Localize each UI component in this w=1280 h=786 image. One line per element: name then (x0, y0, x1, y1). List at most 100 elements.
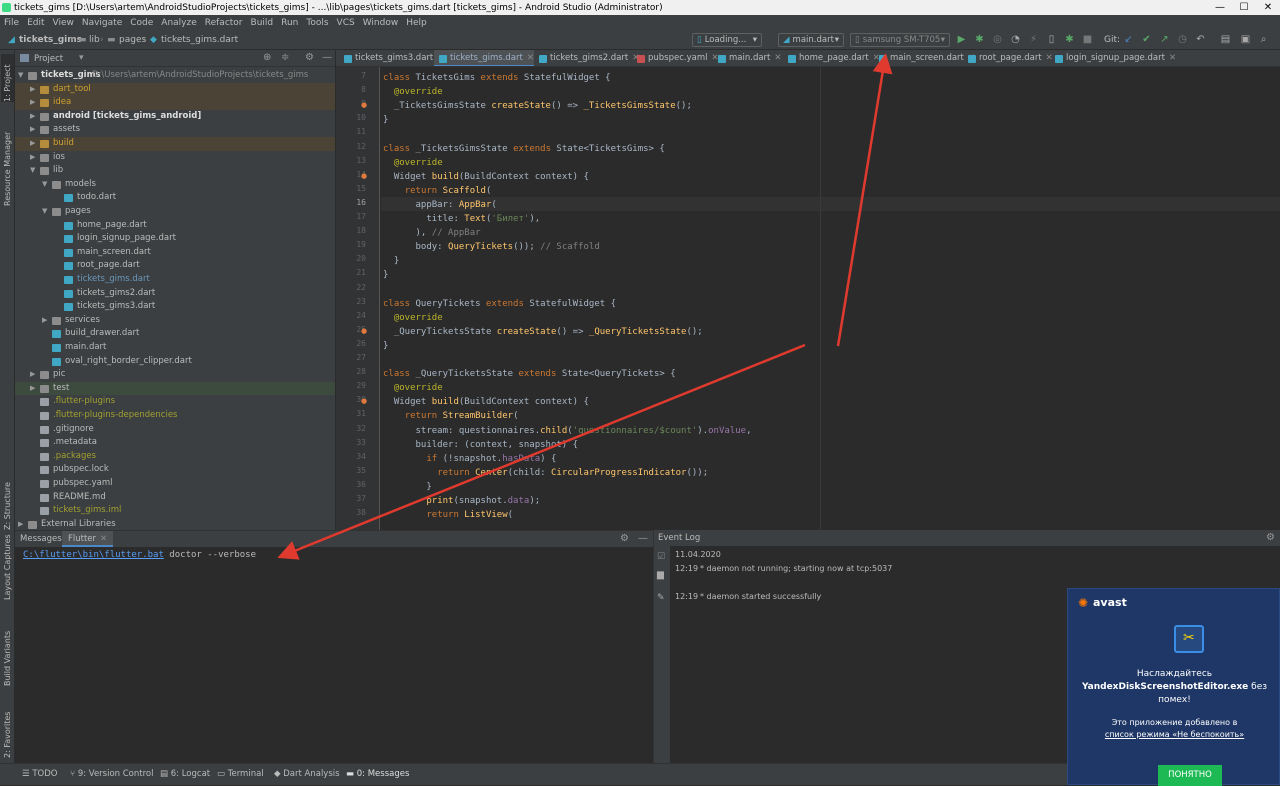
tree-item[interactable]: pubspec.yaml (15, 477, 335, 491)
gear-icon[interactable]: ⚙ (1266, 532, 1275, 543)
tree-item[interactable]: login_signup_page.dart (15, 232, 335, 246)
code-line[interactable]: class _QueryTicketsState extends State<Q… (383, 367, 676, 381)
tool-tab-layout-captures[interactable]: Layout Captures (1, 534, 14, 600)
git-update-icon[interactable]: ↙ (1123, 34, 1134, 45)
tree-item[interactable]: todo.dart (15, 191, 335, 205)
run-icon[interactable]: ▶ (956, 34, 967, 45)
collapse-arrow-icon[interactable]: ▶ (30, 110, 35, 124)
tree-item[interactable]: tickets_gims2.dart (15, 287, 335, 301)
version-control-tab[interactable]: ⑂ 9: Version Control (70, 769, 153, 779)
code-line[interactable]: } (383, 339, 388, 353)
collapse-arrow-icon[interactable]: ▶ (30, 368, 35, 382)
collapse-icon[interactable]: ≑ (281, 52, 289, 63)
close-icon[interactable]: ✕ (527, 53, 534, 63)
tree-item[interactable]: oval_right_border_clipper.dart (15, 355, 335, 369)
terminal-tab[interactable]: ▭ Terminal (217, 769, 264, 779)
expand-arrow-icon[interactable]: ▼ (42, 178, 47, 192)
tree-item[interactable]: build_drawer.dart (15, 327, 335, 341)
code-line[interactable]: @override (383, 85, 443, 99)
attach-icon[interactable]: ◎ (992, 34, 1003, 45)
hot-reload-icon[interactable]: ⚡ (1028, 34, 1039, 45)
hide-icon[interactable]: — (322, 52, 332, 63)
override-marker-icon[interactable]: ● (361, 172, 368, 180)
editor-tab[interactable]: pubspec.yaml ✕ (632, 50, 719, 66)
flutter-bat-link[interactable]: C:\flutter\bin\flutter.bat (23, 550, 164, 560)
code-line[interactable]: Widget build(BuildContext context) { (383, 395, 589, 409)
dart-analysis-tab[interactable]: ◆ Dart Analysis (274, 769, 340, 779)
loading-devices-combo[interactable]: ▯ Loading... ▾ (692, 33, 762, 47)
code-line[interactable]: @override (383, 156, 443, 170)
code-line[interactable]: title: Text('Билет'), (383, 212, 540, 226)
trash-icon[interactable]: ▆ (657, 570, 664, 580)
code-line[interactable]: ), // AppBar (383, 226, 481, 240)
close-icon[interactable]: ✕ (100, 534, 107, 544)
collapse-arrow-icon[interactable]: ▶ (30, 151, 35, 165)
editor-tab[interactable]: main.dart ✕ (713, 50, 783, 66)
tool-tab-build-variants[interactable]: Build Variants (1, 626, 14, 686)
collapse-arrow-icon[interactable]: ▶ (30, 96, 35, 110)
code-line[interactable]: class _TicketsGimsState extends State<Ti… (383, 142, 665, 156)
code-line[interactable]: if (!snapshot.hasData) { (383, 452, 556, 466)
menu-build[interactable]: Build (251, 18, 274, 28)
close-button[interactable]: ✕ (1256, 0, 1280, 15)
menu-view[interactable]: View (53, 18, 74, 28)
tree-item[interactable]: README.md (15, 491, 335, 505)
collapse-arrow-icon[interactable]: ▶ (30, 382, 35, 396)
collapse-arrow-icon[interactable]: ▶ (30, 123, 35, 137)
menu-window[interactable]: Window (363, 18, 399, 28)
tree-item[interactable]: tickets_gims.dart (15, 273, 335, 287)
project-view-selector[interactable]: Project (34, 54, 63, 64)
menu-refactor[interactable]: Refactor (205, 18, 243, 28)
todo-tab[interactable]: ☰ TODO (22, 769, 57, 779)
code-line[interactable]: stream: questionnaires.child('questionna… (383, 424, 752, 438)
stop-icon[interactable]: ■ (1082, 34, 1093, 45)
collapse-arrow-icon[interactable]: ▶ (18, 518, 23, 530)
gear-icon[interactable]: ⚙ (620, 533, 629, 544)
menu-analyze[interactable]: Analyze (161, 18, 196, 28)
tab-flutter[interactable]: Flutter ✕ (62, 531, 114, 547)
code-line[interactable]: appBar: AppBar( (383, 198, 497, 212)
tree-item[interactable]: root_page.dart (15, 259, 335, 273)
tree-item[interactable]: ▶ pic (15, 368, 335, 382)
maximize-button[interactable]: ☐ (1232, 0, 1256, 15)
gear-icon[interactable]: ⚙ (305, 52, 314, 63)
logcat-tab[interactable]: ▤ 6: Logcat (160, 769, 210, 779)
tree-item[interactable]: ▶ android [tickets_gims_android] (15, 110, 335, 124)
editor-tab[interactable]: root_page.dart ✕ (963, 50, 1053, 66)
menu-navigate[interactable]: Navigate (82, 18, 122, 28)
editor-tab[interactable]: main_screen.dart✕ (874, 50, 975, 66)
tree-item[interactable]: ▶ build (15, 137, 335, 151)
search-everywhere-icon[interactable]: ⌕ (1258, 34, 1269, 45)
avd-manager-icon[interactable]: ▣ (1240, 34, 1251, 45)
tool-tab-resource-manager[interactable]: Resource Manager (1, 116, 14, 206)
tree-item[interactable]: ▶ External Libraries (15, 518, 335, 530)
tree-item[interactable]: main_screen.dart (15, 246, 335, 260)
tree-root[interactable]: ▼ tickets_gims D:\Users\artem\AndroidStu… (15, 69, 335, 83)
code-line[interactable]: return Scaffold( (383, 184, 492, 198)
menu-file[interactable]: File (4, 18, 19, 28)
tree-item[interactable]: .metadata (15, 436, 335, 450)
code-line[interactable]: class QueryTickets extends StatefulWidge… (383, 297, 616, 311)
code-line[interactable]: Widget build(BuildContext context) { (383, 170, 589, 184)
hide-icon[interactable]: — (638, 533, 648, 544)
tree-item[interactable]: pubspec.lock (15, 463, 335, 477)
code-line[interactable]: return Center(child: CircularProgressInd… (383, 466, 708, 480)
menu-vcs[interactable]: VCS (337, 18, 355, 28)
expand-arrow-icon[interactable]: ▼ (30, 164, 35, 178)
tree-item[interactable]: home_page.dart (15, 219, 335, 233)
code-line[interactable]: } (383, 480, 431, 494)
collapse-arrow-icon[interactable]: ▶ (30, 83, 35, 97)
tree-item[interactable]: ▼ models (15, 178, 335, 192)
editor-tab[interactable]: tickets_gims3.dart✕ (339, 50, 444, 66)
editor-tab[interactable]: login_signup_page.dart ✕ (1050, 50, 1176, 66)
rollback-icon[interactable]: ↶ (1195, 34, 1206, 45)
tree-item[interactable]: .gitignore (15, 423, 335, 437)
code-line[interactable]: } (383, 113, 388, 127)
device-manager-icon[interactable]: ▯ (1046, 34, 1057, 45)
code-line[interactable]: class TicketsGims extends StatefulWidget… (383, 71, 611, 85)
tool-tab-structure[interactable]: Z: Structure (1, 474, 14, 530)
override-marker-icon[interactable]: ● (361, 102, 368, 109)
run-config-combo[interactable]: ◢ main.dart ▾ (778, 33, 844, 47)
code-line[interactable]: _TicketsGimsState createState() => _Tick… (383, 99, 692, 113)
code-line[interactable]: @override (383, 381, 443, 395)
